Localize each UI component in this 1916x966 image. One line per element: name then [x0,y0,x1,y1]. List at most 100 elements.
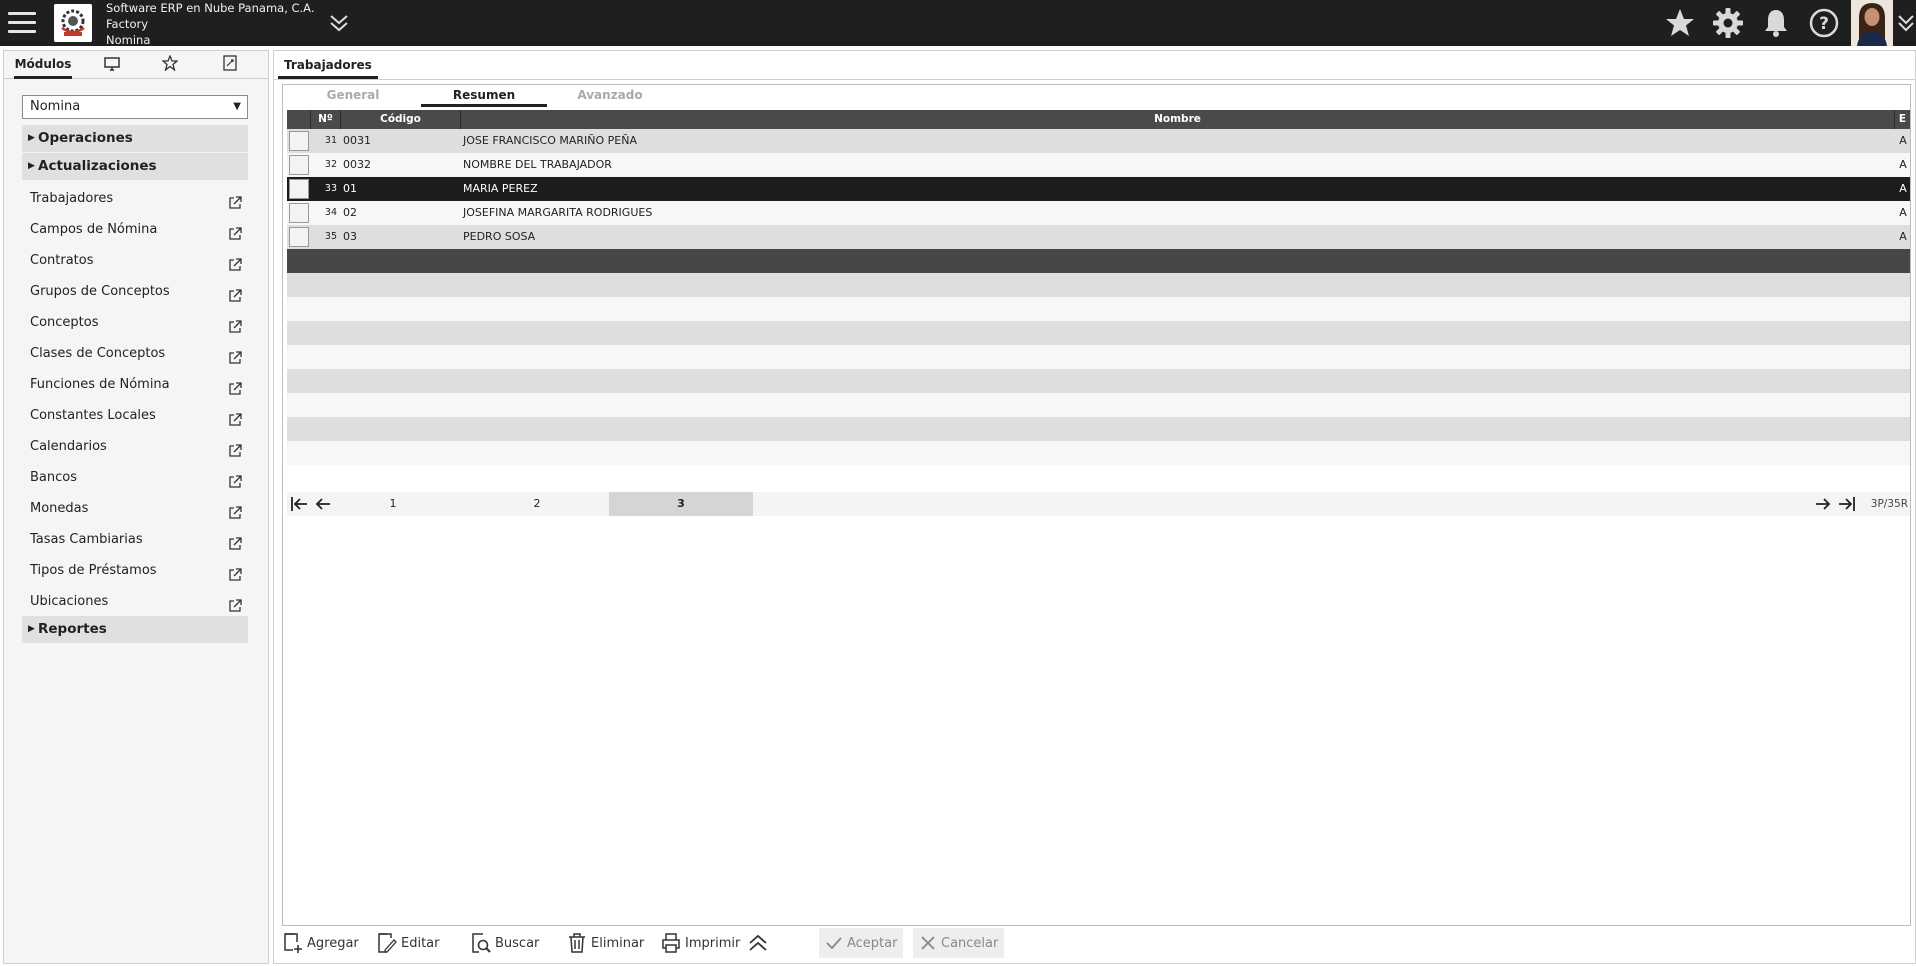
search-button[interactable]: Buscar [471,928,539,958]
table-row[interactable]: 35 03 PEDRO SOSA A [287,225,1910,249]
sidebar-item[interactable]: Monedas [22,493,248,524]
double-chevron-down-icon[interactable] [328,12,350,34]
print-button[interactable]: Imprimir [661,928,740,958]
row-checkbox[interactable] [289,179,309,199]
tab-modulos[interactable]: Módulos [14,51,72,79]
row-checkbox[interactable] [289,131,309,151]
sidebar-item[interactable]: Contratos [22,245,248,276]
subtab-general[interactable]: General [303,85,403,107]
external-link-icon[interactable] [228,594,242,612]
external-link-icon[interactable] [228,408,242,426]
page-1[interactable]: 1 [321,492,465,516]
sidebar-item[interactable]: Campos de Nómina [22,214,248,245]
row-checkbox[interactable] [289,155,309,175]
tab-trabajadores[interactable]: Trabajadores [278,54,378,79]
module-select[interactable]: Nomina ▼ [22,95,248,119]
table-row[interactable]: 32 0032 NOMBRE DEL TRABAJADOR A [287,153,1910,177]
caret-right-icon: ▶ [28,133,35,143]
sidebar-item[interactable]: Tasas Cambiarias [22,524,248,555]
add-button[interactable]: Agregar [283,928,359,958]
cancel-button[interactable]: Cancelar [913,928,1005,958]
external-link-icon[interactable] [228,253,242,271]
gear-icon[interactable] [1711,6,1745,40]
empty-row [287,369,1910,393]
add-icon [284,933,302,953]
bell-icon[interactable] [1759,6,1793,40]
empty-row [287,273,1910,297]
external-link-icon[interactable] [228,501,242,519]
sidebar-item[interactable]: Funciones de Nómina [22,369,248,400]
caret-right-icon: ▶ [28,624,35,634]
subtab-avanzado[interactable]: Avanzado [547,85,673,107]
row-code: 0032 [343,158,371,171]
workspace-name: Factory [106,17,149,31]
tab-desktop[interactable] [92,51,132,79]
subtab-resumen[interactable]: Resumen [421,85,547,107]
row-checkbox[interactable] [289,227,309,247]
group-reportes[interactable]: ▶ Reportes [22,616,248,643]
row-checkbox[interactable] [289,203,309,223]
external-link-icon[interactable] [228,563,242,581]
table-row[interactable]: 33 01 MARIA PEREZ A [287,177,1910,201]
sidebar-item[interactable]: Constantes Locales [22,400,248,431]
sidebar-item-label: Calendarios [30,439,107,454]
external-link-icon[interactable] [228,470,242,488]
svg-text:?: ? [1819,14,1829,34]
header-num[interactable]: Nº [311,110,341,129]
sidebar-item-label: Grupos de Conceptos [30,284,170,299]
page-2[interactable]: 2 [465,492,609,516]
sidebar-item[interactable]: Ubicaciones [22,586,248,617]
company-name: Software ERP en Nube Panama, C.A. [106,1,315,15]
row-name: MARIA PEREZ [463,182,538,195]
external-link-icon[interactable] [228,346,242,364]
empty-row [287,417,1910,441]
sidebar-item-label: Ubicaciones [30,594,109,609]
last-page-icon[interactable] [1837,495,1857,513]
row-number: 31 [324,135,337,146]
chevron-down-icon[interactable] [1896,12,1916,34]
group-actualizaciones[interactable]: ▶ Actualizaciones [22,153,248,180]
table-row[interactable]: 34 02 JOSEFINA MARGARITA RODRIGUES A [287,201,1910,225]
external-link-icon[interactable] [228,532,242,550]
group-operaciones[interactable]: ▶ Operaciones [22,125,248,152]
edit-button[interactable]: Editar [377,928,440,958]
sidebar-item-label: Contratos [30,253,94,268]
grid-header: Nº Código Nombre E [287,110,1910,129]
sidebar-item[interactable]: Grupos de Conceptos [22,276,248,307]
sidebar-item-label: Bancos [30,470,77,485]
page-3[interactable]: 3 [609,492,753,516]
row-status: A [1899,206,1907,219]
external-link-icon[interactable] [228,439,242,457]
external-link-icon[interactable] [228,315,242,333]
sidebar-item[interactable]: Bancos [22,462,248,493]
tab-divider [274,79,1915,80]
table-row[interactable]: 31 0031 JOSE FRANCISCO MARIÑO PEÑA A [287,129,1910,153]
avatar[interactable] [1851,0,1893,46]
delete-button[interactable]: Eliminar [567,928,644,958]
collapse-toolbar-button[interactable] [747,928,773,958]
row-status: A [1899,158,1907,171]
external-link-icon[interactable] [228,377,242,395]
sidebar-item[interactable]: Conceptos [22,307,248,338]
star-icon[interactable] [1663,6,1697,40]
header-name[interactable]: Nombre [461,110,1895,129]
next-page-icon[interactable] [1813,495,1833,513]
external-link-icon[interactable] [228,284,242,302]
accept-button[interactable]: Aceptar [819,928,904,958]
tab-favorites[interactable] [150,51,190,79]
external-link-icon[interactable] [228,222,242,240]
help-icon[interactable]: ? [1807,6,1841,40]
external-link-icon[interactable] [228,191,242,209]
sidebar-item[interactable]: Calendarios [22,431,248,462]
row-status: A [1899,182,1907,195]
sidebar-item[interactable]: Trabajadores [22,183,248,214]
sidebar-item[interactable]: Tipos de Préstamos [22,555,248,586]
sidebar-item[interactable]: Clases de Conceptos [22,338,248,369]
tab-documents[interactable] [210,51,250,79]
header-e[interactable]: E [1895,110,1910,129]
cancel-label: Cancelar [941,935,999,951]
menu-icon[interactable] [6,8,38,38]
header-code[interactable]: Código [341,110,461,129]
first-page-icon[interactable] [289,495,309,513]
company-info: Software ERP en Nube Panama, C.A. Factor… [106,0,315,48]
